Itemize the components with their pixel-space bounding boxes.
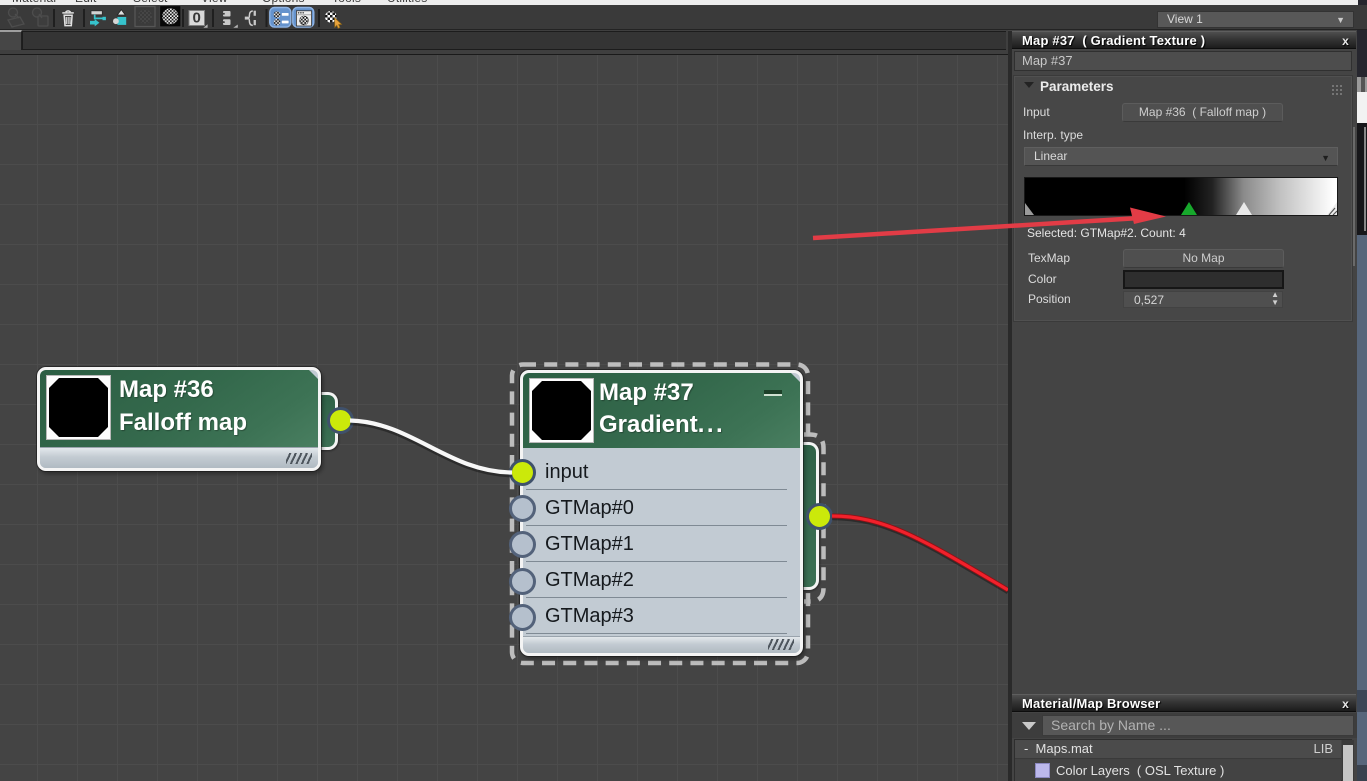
svg-text:0: 0 <box>193 10 201 27</box>
